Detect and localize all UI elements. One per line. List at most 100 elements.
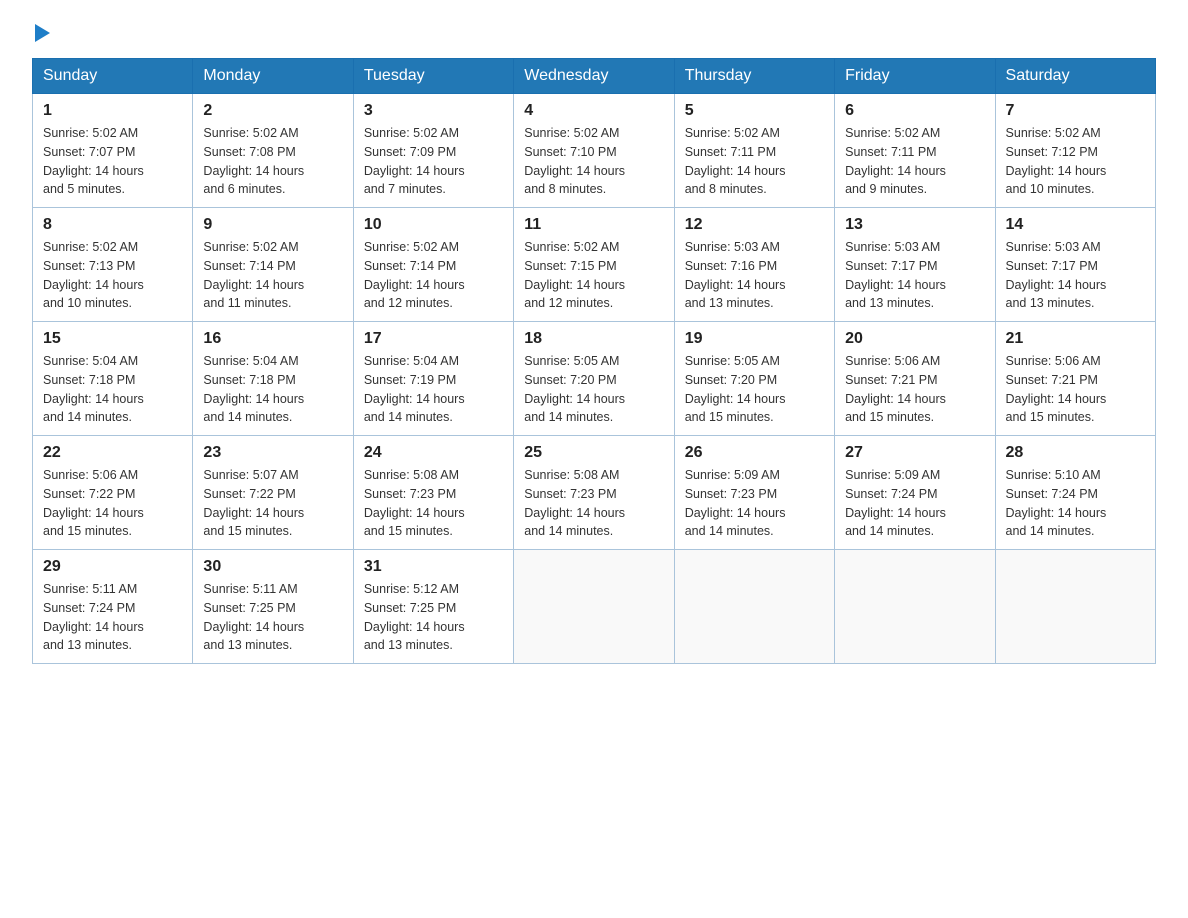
day-number: 30 [203,558,342,576]
calendar-header-wednesday: Wednesday [514,59,674,94]
day-info: Sunrise: 5:08 AMSunset: 7:23 PMDaylight:… [364,466,503,541]
calendar-cell: 31Sunrise: 5:12 AMSunset: 7:25 PMDayligh… [353,550,513,664]
day-number: 31 [364,558,503,576]
calendar-cell [514,550,674,664]
day-info: Sunrise: 5:02 AMSunset: 7:14 PMDaylight:… [364,238,503,313]
calendar-cell: 7 Sunrise: 5:02 AMSunset: 7:12 PMDaylight… [995,94,1155,208]
calendar-week-row: 22 Sunrise: 5:06 AMSunset: 7:22 PMDayligh… [33,436,1156,550]
day-info: Sunrise: 5:03 AMSunset: 7:17 PMDaylight:… [845,238,984,313]
day-number: 11 [524,216,663,234]
day-info: Sunrise: 5:06 AMSunset: 7:21 PMDaylight:… [1006,352,1145,427]
calendar-week-row: 8 Sunrise: 5:02 AMSunset: 7:13 PMDaylight… [33,208,1156,322]
day-number: 6 [845,102,984,120]
day-number: 22 [43,444,182,462]
day-info: Sunrise: 5:02 AMSunset: 7:15 PMDaylight:… [524,238,663,313]
calendar-header-sunday: Sunday [33,59,193,94]
calendar-cell: 23 Sunrise: 5:07 AMSunset: 7:22 PMDayligh… [193,436,353,550]
calendar-week-row: 1 Sunrise: 5:02 AMSunset: 7:07 PMDaylight… [33,94,1156,208]
day-number: 27 [845,444,984,462]
day-info: Sunrise: 5:11 AMSunset: 7:25 PMDaylight:… [203,580,342,655]
day-number: 13 [845,216,984,234]
calendar-header-friday: Friday [835,59,995,94]
day-info: Sunrise: 5:04 AMSunset: 7:19 PMDaylight:… [364,352,503,427]
day-number: 21 [1006,330,1145,348]
day-number: 9 [203,216,342,234]
calendar-cell: 11 Sunrise: 5:02 AMSunset: 7:15 PMDayligh… [514,208,674,322]
calendar-header-tuesday: Tuesday [353,59,513,94]
calendar-cell: 15 Sunrise: 5:04 AMSunset: 7:18 PMDayligh… [33,322,193,436]
day-info: Sunrise: 5:02 AMSunset: 7:07 PMDaylight:… [43,124,182,199]
calendar-cell: 5 Sunrise: 5:02 AMSunset: 7:11 PMDaylight… [674,94,834,208]
day-info: Sunrise: 5:02 AMSunset: 7:11 PMDaylight:… [845,124,984,199]
day-number: 17 [364,330,503,348]
day-info: Sunrise: 5:05 AMSunset: 7:20 PMDaylight:… [524,352,663,427]
logo-arrow-icon [35,24,50,42]
day-info: Sunrise: 5:11 AMSunset: 7:24 PMDaylight:… [43,580,182,655]
calendar-cell: 26Sunrise: 5:09 AMSunset: 7:23 PMDayligh… [674,436,834,550]
calendar-cell: 28 Sunrise: 5:10 AMSunset: 7:24 PMDayligh… [995,436,1155,550]
day-number: 19 [685,330,824,348]
day-info: Sunrise: 5:06 AMSunset: 7:22 PMDaylight:… [43,466,182,541]
day-number: 15 [43,330,182,348]
day-number: 7 [1006,102,1145,120]
calendar-cell: 29 Sunrise: 5:11 AMSunset: 7:24 PMDayligh… [33,550,193,664]
day-number: 25 [524,444,663,462]
calendar-cell: 2Sunrise: 5:02 AMSunset: 7:08 PMDaylight… [193,94,353,208]
day-number: 4 [524,102,663,120]
calendar-cell: 19Sunrise: 5:05 AMSunset: 7:20 PMDayligh… [674,322,834,436]
day-number: 1 [43,102,182,120]
calendar-cell: 9 Sunrise: 5:02 AMSunset: 7:14 PMDaylight… [193,208,353,322]
calendar-cell: 18Sunrise: 5:05 AMSunset: 7:20 PMDayligh… [514,322,674,436]
day-info: Sunrise: 5:06 AMSunset: 7:21 PMDaylight:… [845,352,984,427]
day-number: 29 [43,558,182,576]
day-number: 5 [685,102,824,120]
calendar-cell: 20 Sunrise: 5:06 AMSunset: 7:21 PMDayligh… [835,322,995,436]
day-number: 3 [364,102,503,120]
calendar-cell: 22 Sunrise: 5:06 AMSunset: 7:22 PMDayligh… [33,436,193,550]
calendar-cell: 30 Sunrise: 5:11 AMSunset: 7:25 PMDayligh… [193,550,353,664]
day-info: Sunrise: 5:07 AMSunset: 7:22 PMDaylight:… [203,466,342,541]
day-info: Sunrise: 5:02 AMSunset: 7:11 PMDaylight:… [685,124,824,199]
calendar-header-thursday: Thursday [674,59,834,94]
day-info: Sunrise: 5:02 AMSunset: 7:13 PMDaylight:… [43,238,182,313]
calendar-cell: 14 Sunrise: 5:03 AMSunset: 7:17 PMDayligh… [995,208,1155,322]
day-info: Sunrise: 5:03 AMSunset: 7:17 PMDaylight:… [1006,238,1145,313]
calendar-cell: 10 Sunrise: 5:02 AMSunset: 7:14 PMDayligh… [353,208,513,322]
day-info: Sunrise: 5:10 AMSunset: 7:24 PMDaylight:… [1006,466,1145,541]
calendar-cell: 16Sunrise: 5:04 AMSunset: 7:18 PMDayligh… [193,322,353,436]
calendar-week-row: 29 Sunrise: 5:11 AMSunset: 7:24 PMDayligh… [33,550,1156,664]
calendar-cell: 8 Sunrise: 5:02 AMSunset: 7:13 PMDaylight… [33,208,193,322]
calendar-cell: 4 Sunrise: 5:02 AMSunset: 7:10 PMDaylight… [514,94,674,208]
calendar-cell: 12Sunrise: 5:03 AMSunset: 7:16 PMDayligh… [674,208,834,322]
calendar-cell [995,550,1155,664]
day-info: Sunrise: 5:02 AMSunset: 7:08 PMDaylight:… [203,124,342,199]
calendar-cell: 24 Sunrise: 5:08 AMSunset: 7:23 PMDayligh… [353,436,513,550]
day-number: 14 [1006,216,1145,234]
day-info: Sunrise: 5:03 AMSunset: 7:16 PMDaylight:… [685,238,824,313]
day-number: 8 [43,216,182,234]
day-info: Sunrise: 5:02 AMSunset: 7:10 PMDaylight:… [524,124,663,199]
calendar-header-monday: Monday [193,59,353,94]
day-info: Sunrise: 5:04 AMSunset: 7:18 PMDaylight:… [43,352,182,427]
day-info: Sunrise: 5:02 AMSunset: 7:14 PMDaylight:… [203,238,342,313]
calendar-cell: 1 Sunrise: 5:02 AMSunset: 7:07 PMDaylight… [33,94,193,208]
day-number: 23 [203,444,342,462]
day-number: 20 [845,330,984,348]
day-info: Sunrise: 5:09 AMSunset: 7:23 PMDaylight:… [685,466,824,541]
day-number: 24 [364,444,503,462]
calendar-cell [835,550,995,664]
day-info: Sunrise: 5:04 AMSunset: 7:18 PMDaylight:… [203,352,342,427]
day-info: Sunrise: 5:02 AMSunset: 7:12 PMDaylight:… [1006,124,1145,199]
calendar-cell: 25Sunrise: 5:08 AMSunset: 7:23 PMDayligh… [514,436,674,550]
calendar-table: SundayMondayTuesdayWednesdayThursdayFrid… [32,58,1156,664]
calendar-week-row: 15 Sunrise: 5:04 AMSunset: 7:18 PMDayligh… [33,322,1156,436]
logo-line2 [32,24,50,42]
day-number: 10 [364,216,503,234]
day-info: Sunrise: 5:02 AMSunset: 7:09 PMDaylight:… [364,124,503,199]
calendar-cell [674,550,834,664]
calendar-cell: 17 Sunrise: 5:04 AMSunset: 7:19 PMDayligh… [353,322,513,436]
day-number: 28 [1006,444,1145,462]
calendar-header-row: SundayMondayTuesdayWednesdayThursdayFrid… [33,59,1156,94]
calendar-cell: 21 Sunrise: 5:06 AMSunset: 7:21 PMDayligh… [995,322,1155,436]
logo [32,24,50,42]
